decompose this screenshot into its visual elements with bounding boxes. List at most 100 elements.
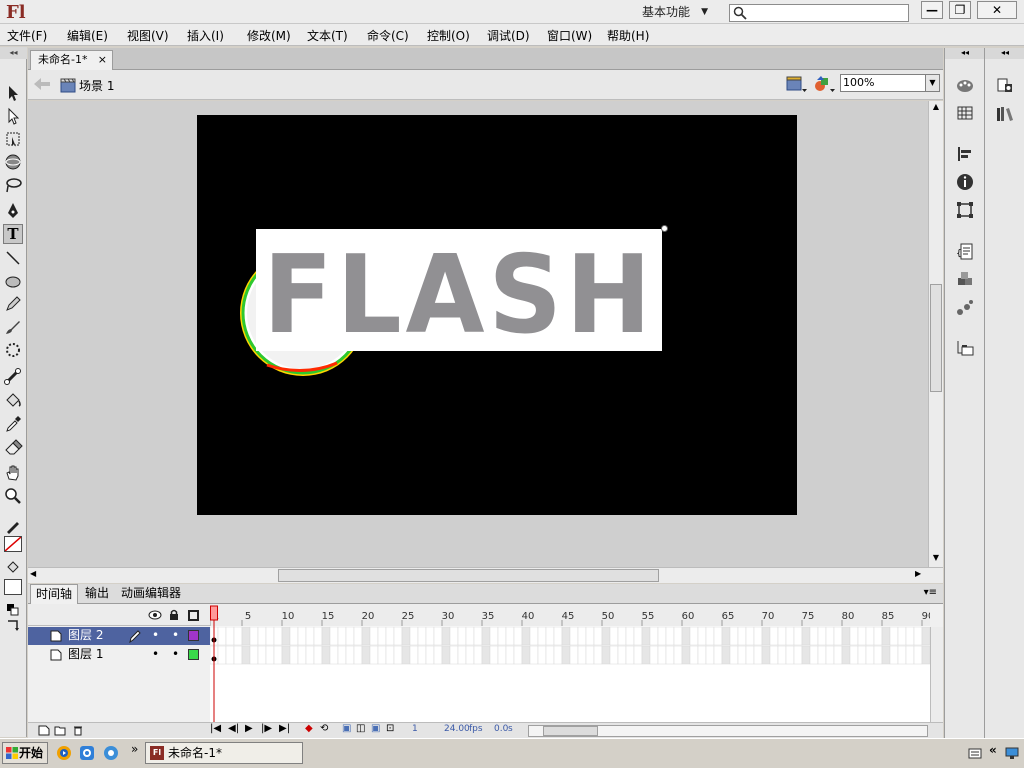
frame-cell[interactable]: [873, 626, 883, 646]
frame-cell[interactable]: [817, 626, 827, 646]
frame-cell[interactable]: [489, 626, 499, 646]
frame-cell[interactable]: [681, 645, 691, 665]
frame-cell[interactable]: [337, 645, 347, 665]
frame-cell[interactable]: [625, 626, 635, 646]
frame-cell[interactable]: [553, 626, 563, 646]
frame-cell[interactable]: [737, 626, 747, 646]
fill-color-swatch[interactable]: [4, 579, 22, 595]
frame-cell[interactable]: [345, 626, 355, 646]
frame-cell[interactable]: [481, 626, 491, 646]
frame-cell[interactable]: [369, 626, 379, 646]
go-first-frame-icon[interactable]: |◀: [210, 723, 221, 734]
menu-commands[interactable]: 命令(C): [367, 27, 409, 44]
timeline-vertical-scrollbar[interactable]: [930, 627, 943, 722]
frame-cell[interactable]: [561, 626, 571, 646]
frame-grid[interactable]: 151015202530354045505560657075808590: [209, 604, 934, 722]
hand-tool-icon[interactable]: [3, 463, 23, 483]
visibility-dot[interactable]: •: [152, 646, 159, 663]
frame-cell[interactable]: [513, 626, 523, 646]
layer-color-swatch[interactable]: [188, 649, 199, 660]
frame-cell[interactable]: [537, 645, 547, 665]
tab-output[interactable]: 输出: [80, 584, 114, 604]
start-button[interactable]: 开始: [2, 742, 48, 764]
properties-icon[interactable]: [995, 76, 1015, 96]
frame-cell[interactable]: [593, 626, 603, 646]
tab-timeline[interactable]: 时间轴: [30, 584, 79, 604]
elapsed-time[interactable]: 0.0: [494, 724, 508, 734]
frame-cell[interactable]: [433, 626, 443, 646]
frame-cell[interactable]: [721, 626, 731, 646]
paint-bucket-tool-icon[interactable]: [3, 391, 23, 411]
edit-multiple-frames-icon[interactable]: ▣: [371, 723, 380, 734]
minimize-button[interactable]: —: [921, 1, 943, 19]
eyedropper-tool-icon[interactable]: [3, 414, 23, 434]
zoom-tool-icon[interactable]: [3, 486, 23, 506]
frame-cell[interactable]: [537, 626, 547, 646]
frame-cell[interactable]: [889, 645, 899, 665]
frame-cell[interactable]: [609, 626, 619, 646]
frame-cell[interactable]: [361, 626, 371, 646]
frame-cell[interactable]: [881, 645, 891, 665]
frame-cell[interactable]: [713, 645, 723, 665]
subselection-tool-icon[interactable]: [3, 106, 23, 126]
edit-symbols-icon[interactable]: [814, 76, 836, 94]
tab-motion-editor[interactable]: 动画编辑器: [116, 584, 186, 604]
layer-row-1[interactable]: 图层 1 • •: [28, 646, 210, 664]
frame-cell[interactable]: [545, 626, 555, 646]
frame-cell[interactable]: [777, 626, 787, 646]
frame-cell[interactable]: [457, 645, 467, 665]
frame-cell[interactable]: [585, 645, 595, 665]
delete-layer-icon[interactable]: [72, 725, 84, 736]
frame-cell[interactable]: [753, 645, 763, 665]
frame-cell[interactable]: [745, 626, 755, 646]
frame-cell[interactable]: [761, 626, 771, 646]
components-icon[interactable]: [955, 270, 975, 290]
frame-cell[interactable]: [857, 645, 867, 665]
menu-control[interactable]: 控制(O): [427, 27, 470, 44]
frame-cell[interactable]: [401, 645, 411, 665]
frame-cell[interactable]: [849, 645, 859, 665]
zoom-dropdown-button[interactable]: ▼: [925, 74, 940, 92]
settings-shortcut-icon[interactable]: [103, 745, 119, 761]
frame-cell[interactable]: [257, 645, 267, 665]
frame-cell[interactable]: [769, 645, 779, 665]
frame-cell[interactable]: [321, 645, 331, 665]
frame-cell[interactable]: [481, 645, 491, 665]
frame-cell[interactable]: [577, 645, 587, 665]
menu-help[interactable]: 帮助(H): [607, 27, 649, 44]
frame-cell[interactable]: [865, 626, 875, 646]
frame-cell[interactable]: [521, 645, 531, 665]
frame-cell[interactable]: [865, 645, 875, 665]
frame-cell[interactable]: [801, 626, 811, 646]
frame-cell[interactable]: [609, 645, 619, 665]
frame-cell[interactable]: [545, 645, 555, 665]
scroll-right-arrow[interactable]: ▶: [915, 569, 927, 581]
frame-cell[interactable]: [561, 645, 571, 665]
keyboard-icon[interactable]: [968, 746, 982, 760]
loop-icon[interactable]: ⟲: [320, 723, 328, 734]
frame-cell[interactable]: [649, 626, 659, 646]
menu-modify[interactable]: 修改(M): [247, 27, 291, 44]
frame-cell[interactable]: [729, 626, 739, 646]
oval-tool-icon[interactable]: [3, 271, 23, 291]
color-palette-icon[interactable]: [955, 76, 975, 96]
lock-dot[interactable]: •: [172, 646, 179, 663]
frame-cell[interactable]: [913, 645, 923, 665]
frame-cell[interactable]: [809, 626, 819, 646]
frame-cell[interactable]: [737, 645, 747, 665]
frame-cell[interactable]: [705, 626, 715, 646]
frame-cell[interactable]: [417, 626, 427, 646]
frame-cell[interactable]: [841, 645, 851, 665]
frame-cell[interactable]: [425, 645, 435, 665]
frame-cell[interactable]: [385, 645, 395, 665]
behaviors-icon[interactable]: [955, 298, 975, 318]
frame-cell[interactable]: [617, 645, 627, 665]
eye-icon[interactable]: [148, 610, 162, 620]
frame-cell[interactable]: [617, 626, 627, 646]
new-layer-icon[interactable]: [38, 725, 50, 736]
frame-cell[interactable]: [793, 645, 803, 665]
frame-cell[interactable]: [273, 645, 283, 665]
frame-cell[interactable]: [225, 645, 235, 665]
new-folder-icon[interactable]: [54, 725, 66, 736]
maximize-button[interactable]: ❐: [949, 1, 971, 19]
